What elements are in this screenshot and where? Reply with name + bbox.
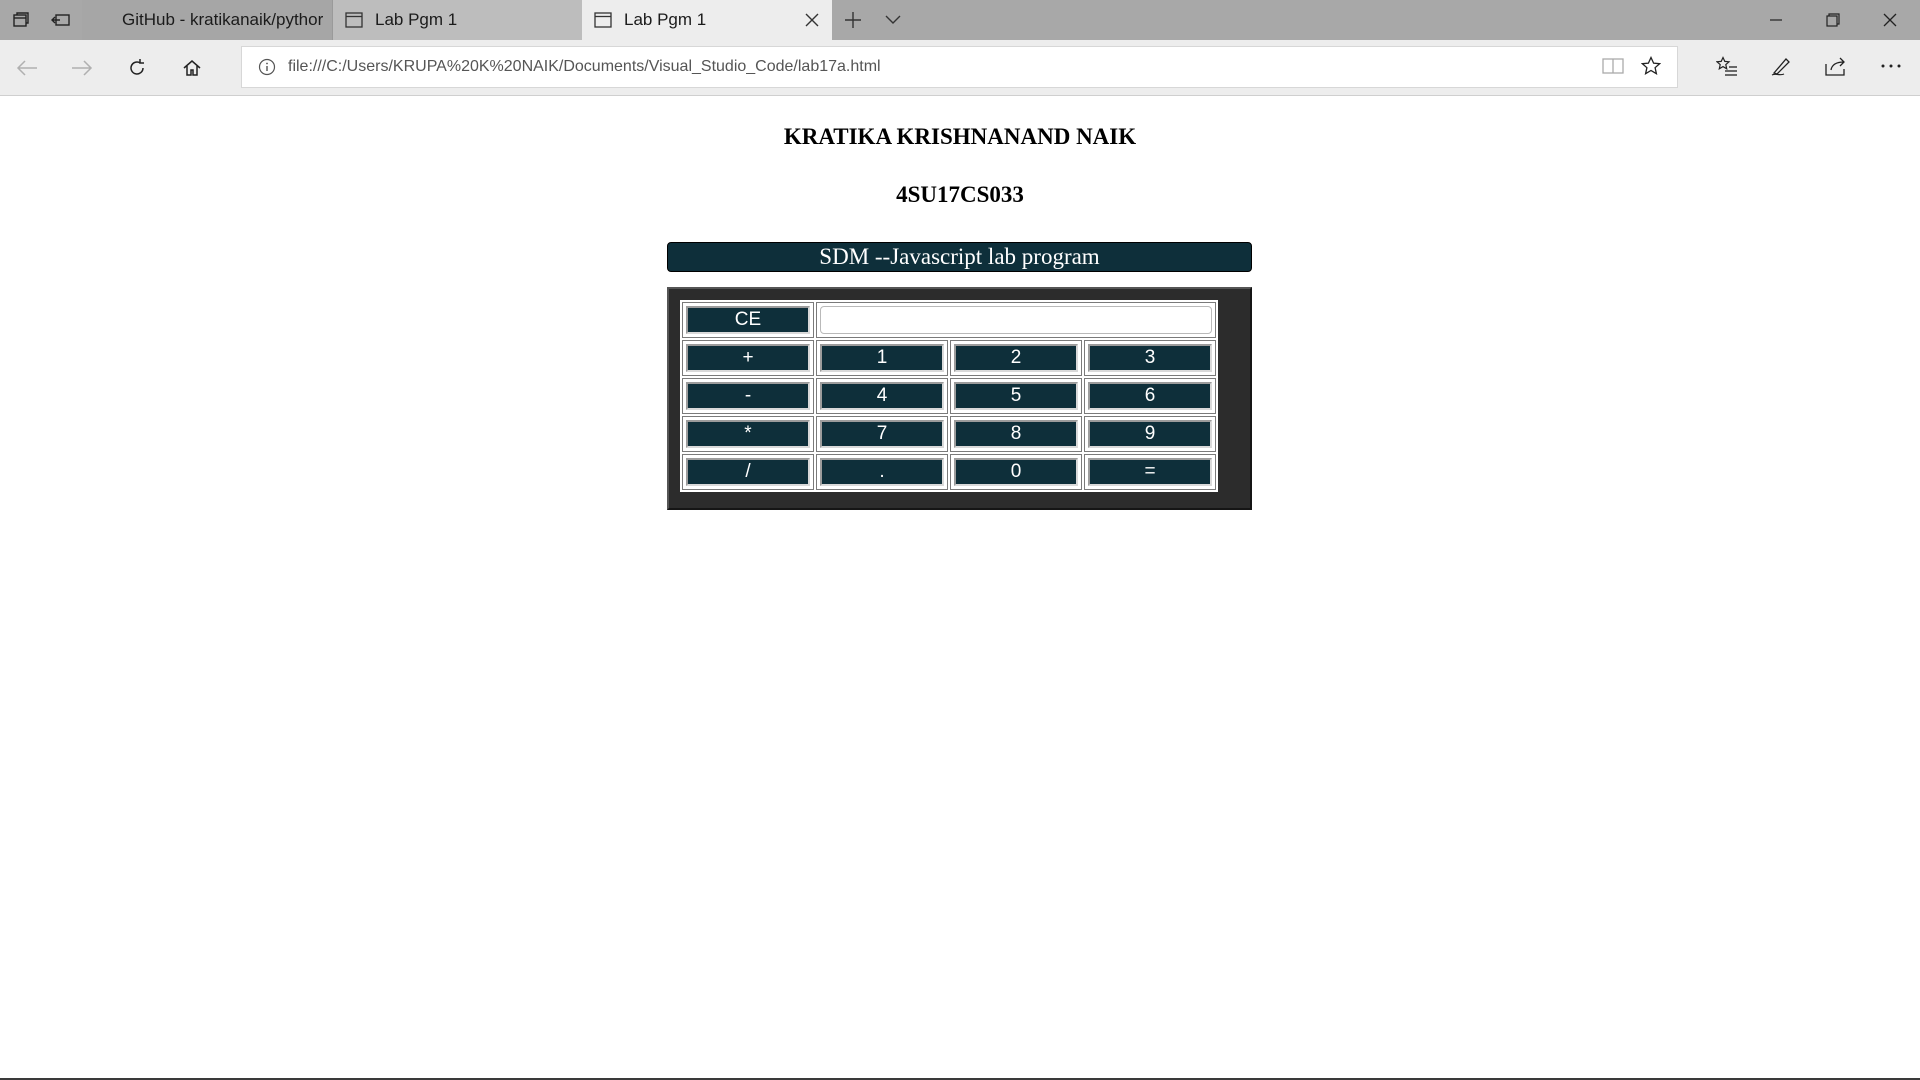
digit-2-button[interactable]: 2 — [954, 344, 1078, 372]
tab-lab-pgm-1-active[interactable]: Lab Pgm 1 — [582, 0, 832, 40]
cell: * — [682, 416, 814, 452]
add-button[interactable]: + — [686, 344, 810, 372]
cell: 4 — [816, 378, 948, 414]
calculator-row: + 1 2 3 — [682, 340, 1216, 376]
multiply-button[interactable]: * — [686, 420, 810, 448]
cell: 3 — [1084, 340, 1216, 376]
digit-4-button[interactable]: 4 — [820, 382, 944, 410]
cell: = — [1084, 454, 1216, 490]
calculator-grid: CE + 1 2 3 - 4 5 6 * 7 8 9 / . 0 = — [680, 300, 1218, 492]
tab-label: GitHub - kratikanaik/pythor — [122, 10, 324, 29]
calculator: CE + 1 2 3 - 4 5 6 * 7 8 9 / . 0 = — [667, 287, 1252, 510]
program-banner: SDM --Javascript lab program — [667, 242, 1252, 272]
divide-button[interactable]: / — [686, 458, 810, 486]
tab-label: Lab Pgm 1 — [624, 10, 707, 29]
cell: / — [682, 454, 814, 490]
digit-0-button[interactable]: 0 — [954, 458, 1078, 486]
tab-strip: GitHub - kratikanaik/pythor Lab Pgm 1 La… — [0, 0, 1920, 40]
equals-button[interactable]: = — [1088, 458, 1212, 486]
cell: 9 — [1084, 416, 1216, 452]
digit-1-button[interactable]: 1 — [820, 344, 944, 372]
page-content: KRATIKA KRISHNANAND NAIK 4SU17CS033 SDM … — [0, 96, 1920, 1080]
calculator-row: / . 0 = — [682, 454, 1216, 490]
url-text[interactable]: file:///C:/Users/KRUPA%20K%20NAIK/Docume… — [288, 58, 881, 76]
page-icon — [345, 12, 363, 28]
cell: CE — [682, 302, 814, 338]
digit-8-button[interactable]: 8 — [954, 420, 1078, 448]
back-icon[interactable] — [5, 46, 49, 90]
decimal-button[interactable]: . — [820, 458, 944, 486]
clear-button[interactable]: CE — [686, 306, 810, 334]
navigation-bar: file:///C:/Users/KRUPA%20K%20NAIK/Docume… — [0, 40, 1920, 96]
more-options-icon[interactable] — [1871, 46, 1911, 86]
calculator-display[interactable] — [820, 306, 1212, 334]
new-tab-icon[interactable] — [833, 0, 873, 40]
restore-icon[interactable] — [1805, 0, 1861, 40]
calculator-row: - 4 5 6 — [682, 378, 1216, 414]
set-aside-tabs-icon[interactable] — [42, 0, 80, 40]
usn-heading: 4SU17CS033 — [896, 182, 1024, 207]
close-window-icon[interactable] — [1862, 0, 1918, 40]
close-tab-icon[interactable] — [802, 10, 822, 30]
cell: 6 — [1084, 378, 1216, 414]
tab-github[interactable]: GitHub - kratikanaik/pythor — [82, 0, 332, 40]
forward-icon[interactable] — [60, 46, 104, 90]
minimize-icon[interactable] — [1748, 0, 1804, 40]
cell: 1 — [816, 340, 948, 376]
favorite-star-icon[interactable] — [1631, 46, 1671, 86]
cell: 7 — [816, 416, 948, 452]
digit-6-button[interactable]: 6 — [1088, 382, 1212, 410]
cell: 2 — [950, 340, 1082, 376]
cell: - — [682, 378, 814, 414]
subtract-button[interactable]: - — [686, 382, 810, 410]
calculator-row: CE — [682, 302, 1216, 338]
share-icon[interactable] — [1816, 46, 1856, 86]
calculator-row: * 7 8 9 — [682, 416, 1216, 452]
reading-view-icon[interactable] — [1593, 46, 1633, 86]
tab-lab-pgm-1[interactable]: Lab Pgm 1 — [332, 0, 582, 40]
chevron-down-icon[interactable] — [873, 0, 913, 40]
info-icon[interactable] — [258, 58, 276, 76]
cell — [816, 302, 1216, 338]
name-heading: KRATIKA KRISHNANAND NAIK — [783, 124, 1137, 149]
address-bar[interactable]: file:///C:/Users/KRUPA%20K%20NAIK/Docume… — [241, 46, 1678, 88]
digit-5-button[interactable]: 5 — [954, 382, 1078, 410]
refresh-icon[interactable] — [115, 46, 159, 90]
home-icon[interactable] — [170, 46, 214, 90]
digit-9-button[interactable]: 9 — [1088, 420, 1212, 448]
cell: + — [682, 340, 814, 376]
tab-label: Lab Pgm 1 — [375, 10, 458, 29]
page-icon — [594, 12, 612, 28]
pen-notes-icon[interactable] — [1762, 46, 1802, 86]
cell: 8 — [950, 416, 1082, 452]
digit-3-button[interactable]: 3 — [1088, 344, 1212, 372]
cell: . — [816, 454, 948, 490]
digit-7-button[interactable]: 7 — [820, 420, 944, 448]
cell: 5 — [950, 378, 1082, 414]
tab-manager-icon[interactable] — [2, 0, 40, 40]
favorites-hub-icon[interactable] — [1707, 46, 1747, 86]
cell: 0 — [950, 454, 1082, 490]
